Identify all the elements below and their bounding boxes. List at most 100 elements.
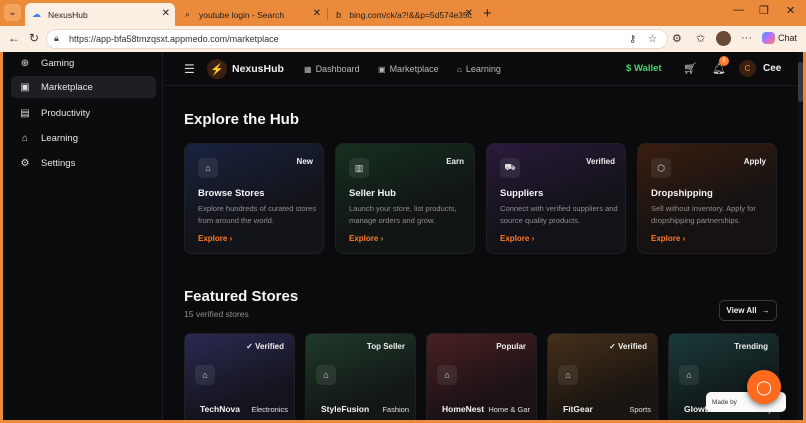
chat-button[interactable]: ◯ [747,370,781,404]
store-icon: ⌂ [558,365,578,385]
card-badge: Apply [743,157,766,166]
cloud-icon: ☁ [32,9,41,19]
tab-nexushub[interactable]: ☁ NexusHub ✕ [25,3,175,26]
restore-icon[interactable]: ❐ [759,4,769,17]
explore-label: Explore [349,234,379,243]
sidebar-item-learning[interactable]: ⌂ Learning [11,127,156,149]
truck-icon: ⛟ [500,158,520,178]
card-seller-hub[interactable]: ▥ Earn Seller Hub Launch your store, lis… [335,143,475,254]
sidebar-item-gaming[interactable]: ⊕ Gaming [11,52,156,74]
card-badge: Earn [446,157,464,166]
sidebar-item-label: Learning [41,132,78,144]
store-category: Sports [629,405,651,414]
tab-bar: ⌄ ☁ NexusHub ✕ ⌕ youtube login - Search … [0,0,806,26]
sidebar-item-productivity[interactable]: ▤ Productivity [11,102,156,124]
tab-actions-button[interactable]: ⌄ [4,4,21,21]
wallet-button[interactable]: $ Wallet [626,63,662,74]
close-icon[interactable]: ✕ [465,8,473,19]
card-title: Browse Stores [198,188,265,199]
menu-icon[interactable]: ☰ [184,62,195,76]
nav-marketplace[interactable]: ▣ Marketplace [378,64,439,74]
favorites-icon[interactable]: ✩ [696,32,705,45]
close-window-icon[interactable]: ✕ [786,4,795,17]
scrollbar-thumb[interactable] [798,62,803,102]
dollar-icon: $ [626,63,632,74]
minimize-icon[interactable]: — [733,4,744,16]
star-icon[interactable]: ☆ [648,34,657,45]
copilot-button[interactable]: Chat [762,32,797,44]
graduation-cap-icon: ⌂ [457,64,462,74]
web-page: ⊕ Gaming ▣ Marketplace ▤ Productivity ⌂ … [3,52,803,420]
view-all-button[interactable]: View All → [719,300,777,321]
search-icon: ⌕ [184,9,191,19]
sidebar-item-marketplace[interactable]: ▣ Marketplace [11,76,156,98]
new-tab-button[interactable]: + [483,5,492,22]
view-all-label: View All [726,306,757,315]
card-suppliers[interactable]: ⛟ Verified Suppliers Connect with verifi… [486,143,626,254]
card-title: Suppliers [500,188,544,199]
logo-icon[interactable]: ⚡ [207,59,227,79]
explore-link[interactable]: Explore › [198,234,232,243]
tab-youtube-search[interactable]: ⌕ youtube login - Search ✕ [176,3,326,26]
store-badge: ✓ Verified [609,342,647,351]
key-icon[interactable]: ⚷ [629,34,636,45]
store-icon: ⌂ [195,365,215,385]
store-card-homenest[interactable]: Popular ⌂ HomeNest Home & Gar [426,333,537,420]
sidebar: ⊕ Gaming ▣ Marketplace ▤ Productivity ⌂ … [3,52,163,420]
sidebar-item-settings[interactable]: ⚙ Settings [11,152,156,174]
made-by-label: Made by [712,398,737,406]
store-name: HomeNest [442,404,485,414]
store-card-technova[interactable]: ✓ Verified ⌂ TechNova Electronics [184,333,295,420]
card-dropshipping[interactable]: ⬡ Apply Dropshipping Sell without invent… [637,143,777,254]
address-bar[interactable]: 🔒︎ https://app-bfa58tmzqsxt.appmedo.com/… [46,29,668,49]
copilot-label: Chat [778,33,798,43]
chevron-right-icon: › [682,234,686,243]
card-title: Dropshipping [651,188,713,199]
explore-label: Explore [198,234,228,243]
copilot-icon [762,32,775,44]
store-card-fitgear[interactable]: ✓ Verified ⌂ FitGear Sports [547,333,658,420]
explore-link[interactable]: Explore › [500,234,534,243]
brand-name[interactable]: NexusHub [232,63,284,75]
chevron-right-icon: › [229,234,233,243]
nav-learning[interactable]: ⌂ Learning [457,64,501,74]
sidebar-item-label: Settings [41,157,76,169]
store-category: Home & Gar [488,405,530,414]
sidebar-item-label: Gaming [41,57,75,69]
card-description: Sell without inventory. Apply for dropsh… [651,204,756,225]
explore-title: Explore the Hub [184,111,300,128]
username[interactable]: Cee [763,63,781,74]
url-text[interactable]: https://app-bfa58tmzqsxt.appmedo.com/mar… [69,34,279,44]
back-icon[interactable]: ← [8,31,20,45]
store-icon: ⌂ [679,365,699,385]
refresh-icon[interactable]: ↻ [29,31,39,45]
tab-bing[interactable]: b bing.com/ck/a?!&&p=5d574e35c ✕ [328,3,478,26]
nav-dashboard[interactable]: ▦ Dashboard [304,64,360,74]
address-row: ← ↻ 🔒︎ https://app-bfa58tmzqsxt.appmedo.… [0,26,806,52]
card-browse-stores[interactable]: ⌂ New Browse Stores Explore hundreds of … [184,143,324,254]
close-icon[interactable]: ✕ [313,8,321,19]
card-description: Connect with verified suppliers and sour… [500,204,618,225]
main-content: ☰ ⚡ NexusHub ▦ Dashboard ▣ Marketplace ⌂… [164,52,803,420]
card-title: Seller Hub [349,188,396,199]
sidebar-item-label: Productivity [41,107,91,119]
profile-avatar[interactable] [716,31,731,46]
store-category: Electronics [251,405,288,414]
chevron-right-icon: › [380,234,384,243]
shop-icon: ▥ [349,158,369,178]
explore-link[interactable]: Explore › [349,234,383,243]
explore-label: Explore [500,234,530,243]
graduation-cap-icon: ⌂ [21,132,29,144]
close-icon[interactable]: ✕ [162,8,170,19]
store-icon: ⌂ [316,365,336,385]
store-icon: ⌂ [437,365,457,385]
store-badge: Popular [496,342,526,351]
explore-link[interactable]: Explore › [651,234,685,243]
scrollbar[interactable] [798,52,803,420]
cart-icon[interactable]: 🛒︎ [683,62,697,75]
avatar[interactable]: C [739,60,756,77]
store-card-stylefusion[interactable]: Top Seller ⌂ StyleFusion Fashion [305,333,416,420]
briefcase-icon: ▤ [20,107,30,119]
more-icon[interactable]: ··· [741,32,752,44]
extensions-icon[interactable]: ⚙ [672,32,682,45]
